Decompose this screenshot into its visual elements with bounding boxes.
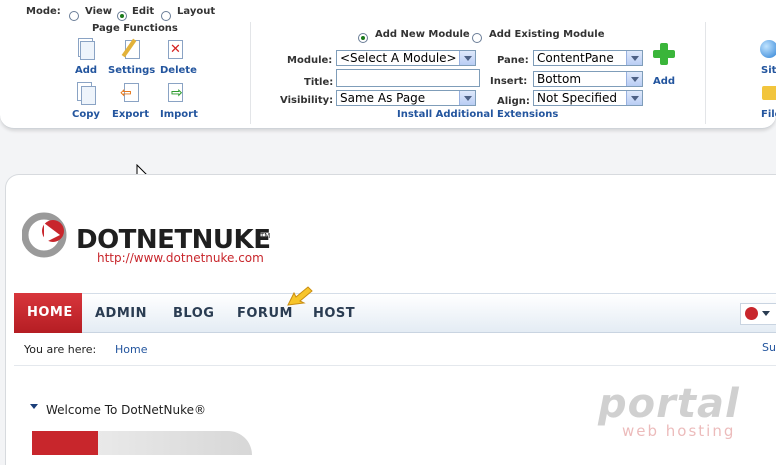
flag-icon	[745, 307, 758, 320]
dotnetnuke-logo-icon[interactable]	[22, 205, 76, 261]
welcome-image	[32, 431, 252, 455]
logo-url[interactable]: http://www.dotnetnuke.com	[97, 251, 264, 265]
insert-select-value: Bottom	[537, 72, 582, 86]
file-manager-link[interactable]: File	[761, 109, 776, 120]
delete-icon[interactable]: ✕	[166, 38, 186, 60]
align-select[interactable]: Not Specified	[533, 90, 643, 106]
breadcrumb-label: You are here:	[24, 343, 97, 356]
add-module-icon[interactable]	[653, 43, 675, 65]
nav-home[interactable]: HOME	[14, 293, 82, 333]
add-page-button[interactable]: Add	[75, 65, 97, 76]
add-page-icon[interactable]	[76, 38, 96, 60]
add-new-module-label[interactable]: Add New Module	[375, 29, 470, 40]
page-functions-title: Page Functions	[92, 23, 178, 34]
title-input[interactable]	[336, 69, 480, 87]
pane-select[interactable]: ContentPane	[533, 50, 643, 66]
visibility-label: Visibility:	[280, 95, 334, 106]
add-existing-module-radio[interactable]	[472, 27, 482, 46]
install-extensions-link[interactable]: Install Additional Extensions	[397, 109, 558, 120]
collapse-arrow-icon[interactable]	[30, 404, 38, 409]
mode-edit-radio[interactable]	[117, 5, 127, 24]
logo-tm: TM	[260, 232, 271, 240]
mode-layout-radio[interactable]	[161, 5, 171, 24]
visibility-select-value: Same As Page	[340, 91, 426, 105]
module-select-value: <Select A Module>	[340, 51, 457, 65]
divider	[705, 22, 706, 124]
mode-label: Mode:	[26, 6, 61, 17]
globe-icon[interactable]	[760, 40, 776, 58]
module-select[interactable]: <Select A Module>	[336, 50, 476, 66]
copy-button[interactable]: Copy	[72, 109, 100, 120]
mode-layout-label[interactable]: Layout	[177, 6, 215, 17]
chevron-down-icon	[626, 51, 642, 65]
align-select-value: Not Specified	[537, 91, 617, 105]
export-button[interactable]: Export	[112, 109, 149, 120]
add-existing-module-label[interactable]: Add Existing Module	[489, 29, 604, 40]
chevron-down-icon	[762, 311, 770, 316]
align-label: Align:	[497, 96, 530, 107]
divider	[250, 22, 251, 124]
mode-edit-label[interactable]: Edit	[132, 6, 154, 17]
language-selector[interactable]	[740, 303, 776, 325]
visibility-select[interactable]: Same As Page	[336, 90, 476, 106]
breadcrumb-right-link[interactable]: Su	[762, 341, 776, 354]
folder-icon[interactable]	[762, 86, 776, 100]
chevron-down-icon	[626, 72, 642, 86]
chevron-down-icon	[626, 91, 642, 105]
nav-home-label: HOME	[27, 305, 73, 320]
title-label: Title:	[304, 77, 334, 88]
insert-select[interactable]: Bottom	[533, 71, 643, 87]
site-settings-link[interactable]: Sit	[761, 65, 776, 76]
pointer-arrow-icon	[287, 286, 313, 306]
export-icon[interactable]: ⇦	[120, 82, 140, 104]
add-module-button[interactable]: Add	[653, 76, 675, 87]
nav-host[interactable]: HOST	[313, 306, 355, 321]
mode-view-radio[interactable]	[69, 5, 79, 24]
insert-label: Insert:	[490, 76, 528, 87]
module-title: Welcome To DotNetNuke®	[46, 403, 206, 417]
chevron-down-icon	[459, 91, 475, 105]
watermark-subtitle: web hosting	[622, 422, 736, 440]
import-icon[interactable]: ⇨	[166, 82, 186, 104]
settings-button[interactable]: Settings	[108, 65, 155, 76]
breadcrumb-home-link[interactable]: Home	[115, 343, 147, 356]
import-button[interactable]: Import	[160, 109, 198, 120]
add-new-module-radio[interactable]	[358, 27, 368, 46]
control-panel: Mode: View Edit Layout Page Functions Ad…	[0, 0, 776, 129]
chevron-down-icon	[459, 51, 475, 65]
watermark-logo: portal	[598, 381, 740, 427]
module-label: Module:	[287, 55, 333, 66]
nav-forum[interactable]: FORUM	[237, 306, 293, 321]
mode-view-label[interactable]: View	[85, 6, 112, 17]
divider	[14, 365, 776, 366]
nav-blog[interactable]: BLOG	[173, 306, 214, 321]
settings-icon[interactable]	[121, 38, 142, 60]
nav-admin[interactable]: ADMIN	[95, 306, 147, 321]
pane-select-value: ContentPane	[537, 51, 614, 65]
pane-label: Pane:	[497, 55, 529, 66]
delete-button[interactable]: Delete	[160, 65, 197, 76]
copy-icon[interactable]	[76, 82, 96, 105]
